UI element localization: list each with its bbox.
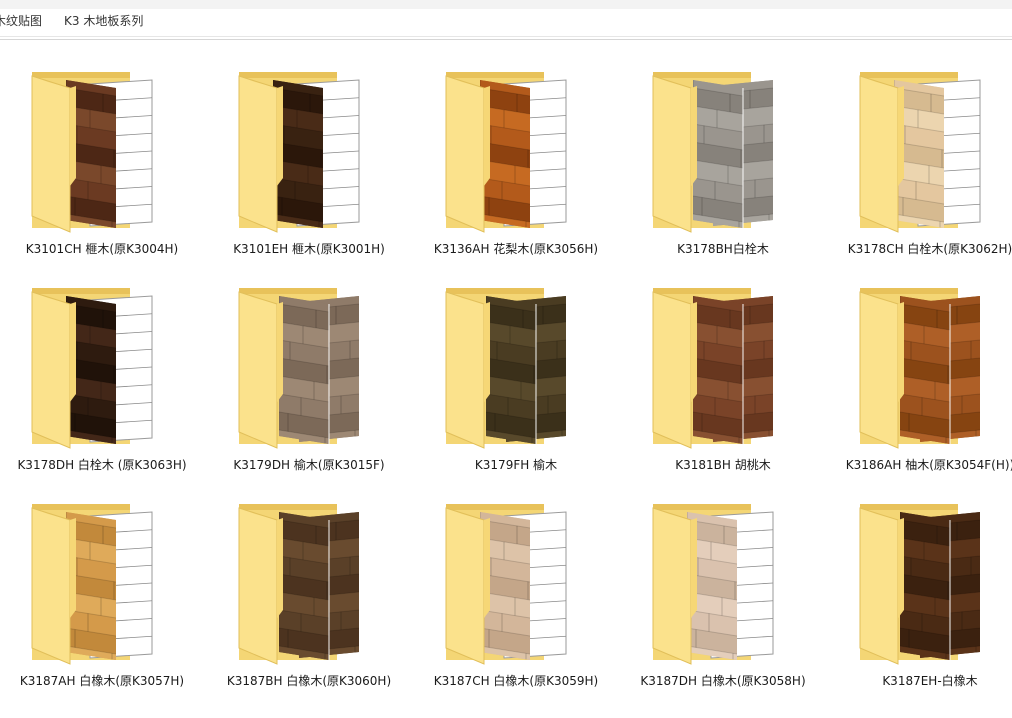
folder-name: K3187AH 白橡木(原K3057H) bbox=[19, 674, 185, 688]
folder-item[interactable]: K3187DH 白橡木(原K3058H) bbox=[623, 472, 823, 688]
folder-icon bbox=[652, 288, 773, 449]
folder-name: K3181BH 胡桃木 bbox=[675, 458, 771, 472]
folder-item[interactable]: K3101CH 榧木(原K3004H) bbox=[2, 40, 202, 256]
folder-item[interactable]: K3178BH白栓木 bbox=[623, 40, 823, 256]
folder-icon bbox=[31, 72, 153, 233]
folder-icon bbox=[238, 288, 359, 449]
folder-item[interactable]: K3187AH 白橡木(原K3057H) bbox=[2, 472, 202, 688]
breadcrumb-item-k3-floor[interactable]: K3 木地板系列 bbox=[64, 14, 143, 28]
folder-item[interactable]: K3187CH 白橡木(原K3059H) bbox=[416, 472, 616, 688]
folder-item[interactable]: K3186AH 柚木(原K3054F(H)) bbox=[830, 256, 1012, 472]
folder-grid: K3101CH 榧木(原K3004H) K3101EH 榧木(原K3001H) K3… bbox=[0, 40, 1012, 718]
folder-icon bbox=[445, 72, 567, 233]
folder-icon bbox=[652, 72, 773, 233]
divider bbox=[0, 36, 1012, 37]
folder-icon bbox=[31, 504, 153, 665]
folder-name: K3136AH 花梨木(原K3056H) bbox=[433, 242, 599, 256]
folder-item[interactable]: K3136AH 花梨木(原K3056H) bbox=[416, 40, 616, 256]
folder-icon bbox=[859, 288, 980, 449]
folder-icon bbox=[445, 288, 566, 449]
folder-item[interactable]: K3178DH 白栓木 (原K3063H) bbox=[2, 256, 202, 472]
breadcrumb: 木纹贴图 K3 木地板系列 bbox=[0, 9, 1012, 33]
folder-name: K3186AH 柚木(原K3054F(H)) bbox=[845, 458, 1012, 472]
folder-icon bbox=[31, 288, 153, 449]
folder-item[interactable]: K3101EH 榧木(原K3001H) bbox=[209, 40, 409, 256]
folder-item[interactable]: K3181BH 胡桃木 bbox=[623, 256, 823, 472]
folder-icon bbox=[445, 504, 567, 665]
folder-icon bbox=[652, 504, 774, 665]
folder-name: K3101CH 榧木(原K3004H) bbox=[25, 242, 179, 256]
folder-name: K3187BH 白橡木(原K3060H) bbox=[226, 674, 392, 688]
folder-icon bbox=[238, 504, 359, 665]
folder-name: K3178BH白栓木 bbox=[677, 242, 769, 256]
folder-name: K3187CH 白橡木(原K3059H) bbox=[433, 674, 599, 688]
folder-name: K3179FH 榆木 bbox=[474, 458, 558, 472]
folder-name: K3178DH 白栓木 (原K3063H) bbox=[17, 458, 187, 472]
folder-item[interactable]: K3187BH 白橡木(原K3060H) bbox=[209, 472, 409, 688]
folder-name: K3187DH 白橡木(原K3058H) bbox=[640, 674, 806, 688]
folder-icon bbox=[238, 72, 360, 233]
folder-icon bbox=[859, 504, 980, 665]
breadcrumb-item-wood-texture[interactable]: 木纹贴图 bbox=[0, 14, 42, 28]
folder-name: K3178CH 白栓木(原K3062H) bbox=[847, 242, 1012, 256]
folder-name: K3187EH-白橡木 bbox=[882, 674, 978, 688]
folder-name: K3179DH 榆木(原K3015F) bbox=[233, 458, 385, 472]
folder-item[interactable]: K3178CH 白栓木(原K3062H) bbox=[830, 40, 1012, 256]
folder-item[interactable]: K3179FH 榆木 bbox=[416, 256, 616, 472]
folder-icon bbox=[859, 72, 981, 233]
folder-item[interactable]: K3179DH 榆木(原K3015F) bbox=[209, 256, 409, 472]
window-top-band bbox=[0, 0, 1012, 9]
folder-name: K3101EH 榧木(原K3001H) bbox=[233, 242, 385, 256]
folder-item[interactable]: K3187EH-白橡木 bbox=[830, 472, 1012, 688]
